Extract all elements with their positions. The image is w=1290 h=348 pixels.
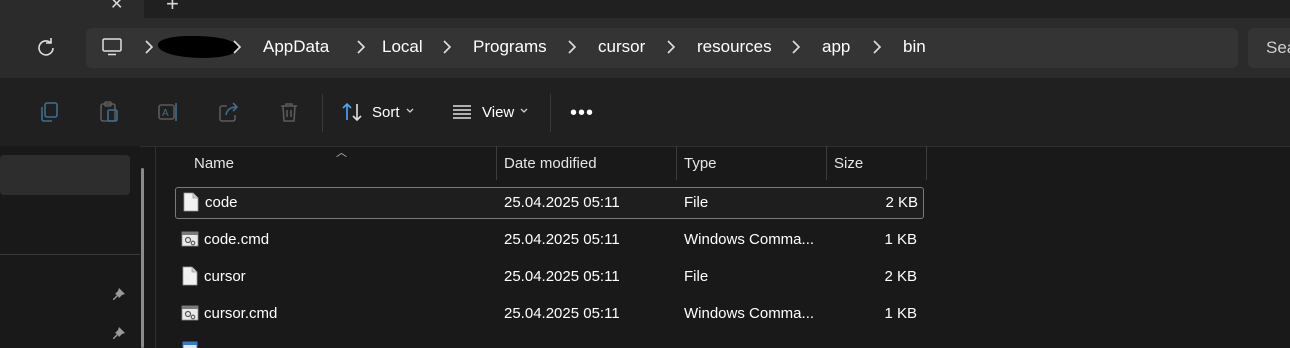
sort-icon[interactable] xyxy=(340,100,364,124)
paste-icon[interactable] xyxy=(97,100,121,124)
breadcrumb-cursor[interactable]: cursor xyxy=(598,37,645,57)
column-header-name[interactable]: Name xyxy=(175,146,495,180)
column-header-size[interactable]: Size xyxy=(827,146,926,180)
new-tab-icon[interactable]: + xyxy=(166,0,179,17)
copy-icon[interactable] xyxy=(37,100,61,124)
file-icon xyxy=(183,192,199,212)
toolbar-separator xyxy=(322,94,323,132)
pane-divider[interactable] xyxy=(155,146,156,348)
column-type-label: Type xyxy=(684,155,717,172)
chevron-right-icon[interactable] xyxy=(144,40,154,54)
file-row[interactable]: cursor 25.04.2025 05:11 File 2 KB xyxy=(175,262,922,292)
sort-button[interactable]: Sort xyxy=(372,104,400,121)
file-name: code xyxy=(205,194,238,211)
file-type: Windows Comma... xyxy=(684,305,815,322)
view-icon[interactable] xyxy=(450,100,474,124)
file-size: 1 KB xyxy=(884,231,917,248)
breadcrumb-local[interactable]: Local xyxy=(382,37,423,57)
file-size: 2 KB xyxy=(885,194,918,211)
column-header-type[interactable]: Type xyxy=(677,146,825,180)
tab-strip: ✕ + xyxy=(0,0,1290,18)
chevron-down-icon[interactable] xyxy=(519,106,529,116)
refresh-icon[interactable] xyxy=(36,37,56,57)
file-size: 1 KB xyxy=(884,305,917,322)
chevron-right-icon[interactable] xyxy=(666,40,676,54)
chevron-right-icon[interactable] xyxy=(791,40,801,54)
file-row-partial[interactable] xyxy=(175,336,922,348)
search-box[interactable]: Sea xyxy=(1248,28,1290,68)
file-date: 25.04.2025 05:11 xyxy=(504,231,620,248)
navigation-pane xyxy=(0,146,140,348)
breadcrumb-programs[interactable]: Programs xyxy=(473,37,547,57)
redacted-username xyxy=(158,36,238,58)
command-bar: A Sort View ••• xyxy=(0,78,1290,147)
file-name: code.cmd xyxy=(204,231,270,248)
file-date: 25.04.2025 05:11 xyxy=(504,305,620,322)
file-icon xyxy=(182,266,198,286)
chevron-right-icon[interactable] xyxy=(567,40,577,54)
file-date: 25.04.2025 05:11 xyxy=(504,194,620,211)
search-placeholder: Sea xyxy=(1266,38,1290,57)
pin-icon[interactable] xyxy=(112,288,126,302)
file-size: 2 KB xyxy=(884,268,917,285)
file-name: cursor xyxy=(204,268,246,285)
delete-icon[interactable] xyxy=(277,100,301,124)
file-type: File xyxy=(684,194,709,211)
active-tab[interactable]: ✕ xyxy=(0,0,144,18)
address-bar[interactable]: AppData Local Programs cursor resources … xyxy=(86,28,1238,68)
file-type: File xyxy=(684,268,709,285)
chevron-down-icon[interactable] xyxy=(405,106,415,116)
file-row[interactable]: code 25.04.2025 05:11 File 2 KB xyxy=(175,187,924,219)
close-tab-icon[interactable]: ✕ xyxy=(110,0,123,14)
file-row[interactable]: code.cmd 25.04.2025 05:11 Windows Comma.… xyxy=(175,225,922,255)
file-row[interactable]: cursor.cmd 25.04.2025 05:11 Windows Comm… xyxy=(175,299,922,329)
column-divider[interactable] xyxy=(926,146,927,180)
nav-divider xyxy=(0,254,140,255)
breadcrumb-appdata[interactable]: AppData xyxy=(263,37,329,57)
breadcrumb-bin[interactable]: bin xyxy=(903,37,926,57)
svg-text:A: A xyxy=(162,108,169,119)
file-date: 25.04.2025 05:11 xyxy=(504,268,620,285)
breadcrumb-app[interactable]: app xyxy=(822,37,850,57)
more-options-icon[interactable]: ••• xyxy=(570,102,594,125)
file-type: Windows Comma... xyxy=(684,231,815,248)
column-date-label: Date modified xyxy=(504,155,597,172)
share-icon[interactable] xyxy=(217,100,241,124)
pin-icon[interactable] xyxy=(112,327,126,341)
cmd-file-icon xyxy=(181,305,199,321)
column-size-label: Size xyxy=(834,155,864,172)
chevron-right-icon[interactable] xyxy=(442,40,452,54)
file-name: cursor.cmd xyxy=(204,305,278,322)
chevron-right-icon[interactable] xyxy=(356,40,366,54)
chevron-right-icon[interactable] xyxy=(232,40,242,54)
rename-icon[interactable]: A xyxy=(157,100,181,124)
this-pc-icon[interactable] xyxy=(102,38,122,56)
toolbar-separator xyxy=(550,94,551,132)
column-header-date[interactable]: Date modified xyxy=(497,146,675,180)
view-button[interactable]: View xyxy=(482,104,514,121)
cmd-file-icon xyxy=(181,231,199,247)
breadcrumb-resources[interactable]: resources xyxy=(697,37,772,57)
application-icon xyxy=(182,341,198,348)
column-name-label: Name xyxy=(194,155,235,172)
nav-selected-item[interactable] xyxy=(0,155,130,195)
chevron-right-icon[interactable] xyxy=(872,40,882,54)
nav-scrollbar[interactable] xyxy=(141,168,144,348)
